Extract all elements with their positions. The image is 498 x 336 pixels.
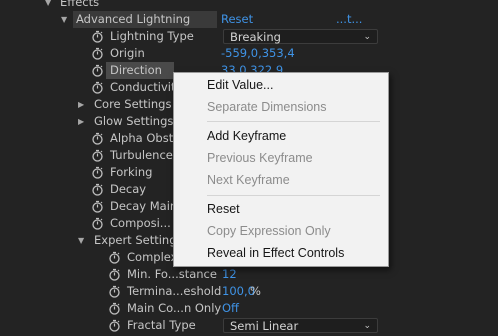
menu-item-reveal-in-effect-controls[interactable]: Reveal in Effect Controls bbox=[207, 246, 344, 260]
min-fork-distance-value[interactable]: 12 bbox=[222, 266, 237, 283]
stopwatch-icon[interactable] bbox=[91, 200, 104, 213]
effects-label: Effects bbox=[60, 0, 100, 9]
property-row: Fractal Type Semi Linear ⌄ bbox=[0, 317, 498, 334]
property-row: Min. Fo...stance 12 bbox=[0, 266, 498, 283]
menu-item-add-keyframe[interactable]: Add Keyframe bbox=[207, 129, 286, 143]
main-core-collision-value[interactable]: Off bbox=[222, 300, 239, 317]
stopwatch-icon[interactable] bbox=[91, 30, 104, 43]
group-label: Expert Settings bbox=[94, 233, 183, 247]
stopwatch-icon[interactable] bbox=[91, 64, 104, 77]
stopwatch-icon[interactable] bbox=[91, 166, 104, 179]
stopwatch-icon[interactable] bbox=[108, 285, 121, 298]
stopwatch-icon[interactable] bbox=[91, 81, 104, 94]
expand-triangle-icon[interactable]: ▶ bbox=[78, 96, 84, 113]
property-label: Termina...eshold bbox=[127, 284, 222, 298]
property-label: Origin bbox=[110, 46, 145, 60]
expand-triangle-icon[interactable]: ▼ bbox=[61, 11, 67, 28]
menu-item-edit-value[interactable]: Edit Value... bbox=[207, 78, 273, 92]
property-label: Min. Fo...stance bbox=[127, 267, 217, 281]
property-row: Lightning Type Breaking ⌄ bbox=[0, 28, 498, 45]
stopwatch-icon[interactable] bbox=[108, 302, 121, 315]
property-label: Main Co...n Only bbox=[127, 301, 222, 315]
group-label: Glow Settings bbox=[94, 114, 174, 128]
context-menu: Edit Value... Separate Dimensions Add Ke… bbox=[173, 72, 389, 267]
expand-triangle-icon[interactable]: ▼ bbox=[78, 232, 84, 249]
menu-item-copy-expression-only[interactable]: Copy Expression Only bbox=[207, 224, 331, 238]
dropdown-value: Breaking bbox=[230, 30, 281, 44]
property-row: Origin -559,0,353,4 bbox=[0, 45, 498, 62]
property-label: Complex bbox=[127, 250, 178, 264]
fractal-type-dropdown[interactable]: Semi Linear ⌄ bbox=[223, 318, 378, 333]
stopwatch-icon[interactable] bbox=[108, 268, 121, 281]
dropdown-value: Semi Linear bbox=[230, 319, 299, 333]
chevron-down-icon: ⌄ bbox=[363, 32, 371, 42]
stopwatch-icon[interactable] bbox=[108, 319, 121, 332]
property-label: Turbulence bbox=[110, 148, 173, 162]
property-label: Lightning Type bbox=[110, 29, 194, 43]
property-label-selected[interactable]: Direction bbox=[106, 62, 174, 79]
stopwatch-icon[interactable] bbox=[91, 47, 104, 60]
property-label: Forking bbox=[110, 165, 153, 179]
menu-item-next-keyframe[interactable]: Next Keyframe bbox=[207, 173, 290, 187]
menu-separator bbox=[207, 195, 380, 196]
property-row: Main Co...n Only Off bbox=[0, 300, 498, 317]
stopwatch-icon[interactable] bbox=[91, 217, 104, 230]
property-label: Alpha Obsta bbox=[110, 131, 181, 145]
origin-value[interactable]: -559,0,353,4 bbox=[221, 45, 295, 62]
menu-item-reset[interactable]: Reset bbox=[207, 202, 240, 216]
menu-separator bbox=[207, 121, 380, 122]
property-label: Decay Main bbox=[110, 199, 178, 213]
stopwatch-icon[interactable] bbox=[91, 183, 104, 196]
stopwatch-icon[interactable] bbox=[91, 149, 104, 162]
effects-header[interactable]: ▼ Effects bbox=[0, 0, 498, 11]
percent-unit: % bbox=[250, 284, 261, 298]
effect-name[interactable]: Advanced Lightning bbox=[73, 11, 217, 28]
effect-about-link[interactable]: ...t... bbox=[336, 11, 362, 28]
menu-item-previous-keyframe[interactable]: Previous Keyframe bbox=[207, 151, 313, 165]
stopwatch-icon[interactable] bbox=[91, 132, 104, 145]
stopwatch-icon[interactable] bbox=[108, 251, 121, 264]
property-label: Decay bbox=[110, 182, 147, 196]
property-row: Termina...eshold 100,0 % bbox=[0, 283, 498, 300]
effect-header-row[interactable]: ▼ Advanced Lightning Reset ...t... bbox=[0, 11, 498, 28]
expand-triangle-icon[interactable]: ▼ bbox=[45, 0, 51, 11]
property-label: Fractal Type bbox=[127, 318, 196, 332]
lightning-type-dropdown[interactable]: Breaking ⌄ bbox=[223, 29, 378, 44]
group-label: Core Settings bbox=[94, 97, 172, 111]
expand-triangle-icon[interactable]: ▶ bbox=[78, 113, 84, 130]
property-label: Conductivity bbox=[110, 80, 183, 94]
effect-reset-link[interactable]: Reset bbox=[221, 11, 253, 28]
chevron-down-icon: ⌄ bbox=[363, 321, 371, 331]
menu-item-separate-dimensions[interactable]: Separate Dimensions bbox=[207, 100, 327, 114]
